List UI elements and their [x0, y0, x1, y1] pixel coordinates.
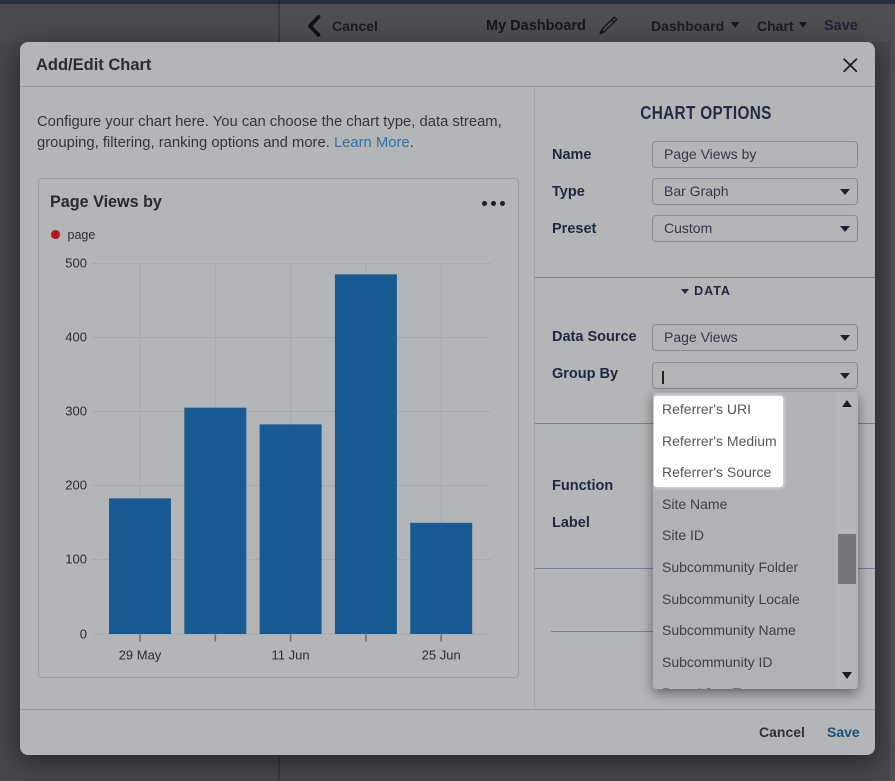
- svg-text:400: 400: [65, 330, 87, 345]
- svg-text:29 May: 29 May: [118, 647, 161, 662]
- svg-text:200: 200: [65, 478, 87, 493]
- svg-text:100: 100: [65, 552, 87, 567]
- svg-text:25 Jun: 25 Jun: [421, 647, 460, 662]
- svg-text:500: 500: [65, 256, 87, 271]
- svg-text:11 Jun: 11 Jun: [271, 647, 309, 662]
- svg-text:300: 300: [65, 404, 87, 419]
- svg-text:0: 0: [79, 627, 86, 642]
